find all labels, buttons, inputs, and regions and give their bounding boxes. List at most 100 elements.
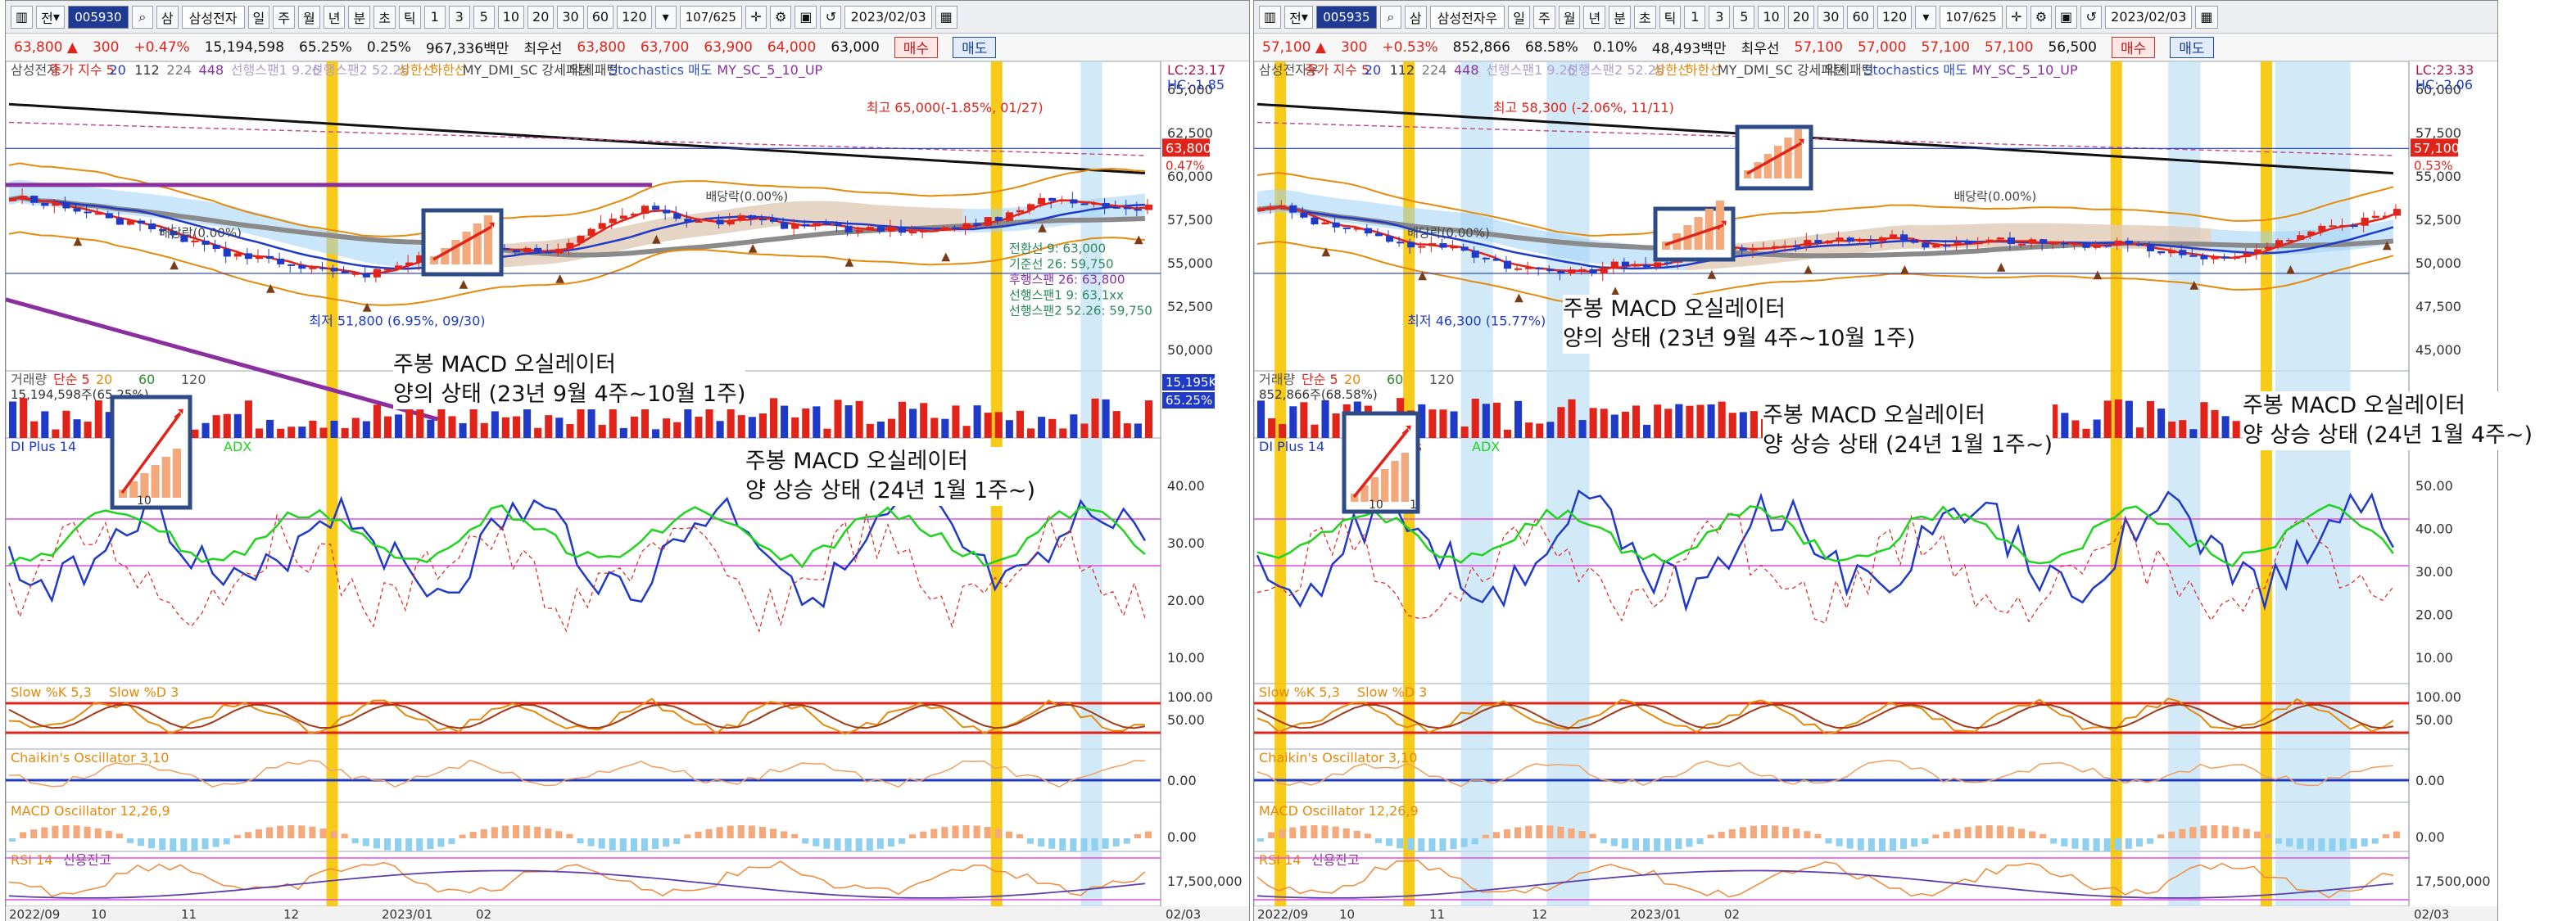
sell-button[interactable]: 매도 xyxy=(2170,36,2214,58)
candle-body xyxy=(2307,231,2316,236)
period-minute[interactable]: 분 xyxy=(1609,5,1631,29)
volume-bar xyxy=(2082,428,2090,438)
interval-20[interactable]: 20 xyxy=(527,5,555,29)
date-field[interactable]: 2023/02/03 xyxy=(2105,5,2193,29)
candle-body xyxy=(1782,246,1791,248)
group-icon[interactable]: 삼 xyxy=(1404,5,1427,29)
macd-histogram-bar xyxy=(1482,834,1489,838)
interval-120[interactable]: 120 xyxy=(1877,5,1913,29)
macd-histogram-bar xyxy=(2361,838,2368,847)
date-field[interactable]: 2023/02/03 xyxy=(844,5,932,29)
volume-bar xyxy=(1664,409,1673,438)
crosshair-icon[interactable]: ✛ xyxy=(745,5,767,29)
crosshair-icon[interactable]: ✛ xyxy=(2005,5,2027,29)
interval-3[interactable]: 3 xyxy=(448,5,470,29)
market-select[interactable]: 전 ▾ xyxy=(36,5,65,29)
macd-histogram-bar xyxy=(1134,833,1141,838)
volume-bar xyxy=(1600,409,1608,438)
period-day[interactable]: 일 xyxy=(1508,5,1530,29)
period-tick[interactable]: 틱 xyxy=(398,5,421,29)
group-icon[interactable]: 삼 xyxy=(156,5,179,29)
period-second[interactable]: 초 xyxy=(373,5,396,29)
period-month[interactable]: 월 xyxy=(297,5,320,29)
interval-30[interactable]: 30 xyxy=(1818,5,1845,29)
volume-bar xyxy=(855,400,863,438)
market-select[interactable]: 전 ▾ xyxy=(1284,5,1313,29)
calendar-icon[interactable]: ▦ xyxy=(2195,5,2218,29)
interval-60[interactable]: 60 xyxy=(1847,5,1874,29)
interval-5[interactable]: 5 xyxy=(473,5,495,29)
bar-count[interactable]: 107/625 xyxy=(1940,5,2003,29)
candle-body xyxy=(2361,217,2369,226)
chart-canvas[interactable]: ▲▲▲▲▲ ▲▲▲▲ ▲▲▲삼성전자종가 지수 520 112 224 448 선행스팬1 … xyxy=(6,61,1249,921)
reset-icon[interactable]: ↺ xyxy=(2080,5,2103,29)
period-week[interactable]: 주 xyxy=(273,5,295,29)
volume-bar xyxy=(1675,404,1683,438)
volume-bar xyxy=(1257,400,1265,438)
reset-icon[interactable]: ↺ xyxy=(820,5,842,29)
volume-bar xyxy=(1279,423,1287,438)
interval-10[interactable]: 10 xyxy=(1758,5,1785,29)
period-minute[interactable]: 분 xyxy=(348,5,371,29)
sell-button[interactable]: 매도 xyxy=(953,36,997,58)
candle-body xyxy=(1268,206,1276,210)
candle-body xyxy=(2061,242,2069,245)
interval-1[interactable]: 1 xyxy=(1684,5,1706,29)
volume-bar xyxy=(1289,406,1297,438)
candle-body xyxy=(705,219,713,222)
calendar-icon[interactable]: ▦ xyxy=(935,5,958,29)
candle-body xyxy=(1857,239,1865,242)
dmi-axis-label: 40.00 xyxy=(2415,521,2453,537)
period-week[interactable]: 주 xyxy=(1532,5,1555,29)
interval-60[interactable]: 60 xyxy=(586,5,614,29)
stock-code-input[interactable]: 005935 xyxy=(1315,5,1377,29)
volume-bar xyxy=(491,411,499,438)
interval-120[interactable]: 120 xyxy=(617,5,652,29)
dropdown-icon[interactable]: ▾ xyxy=(654,5,677,29)
chart-type-icon[interactable]: ▥ xyxy=(11,5,34,29)
search-icon[interactable]: ⌕ xyxy=(131,5,153,29)
interval-10[interactable]: 10 xyxy=(497,5,525,29)
interval-20[interactable]: 20 xyxy=(1787,5,1815,29)
volume-bar xyxy=(555,418,564,438)
period-month[interactable]: 월 xyxy=(1558,5,1581,29)
macd-histogram-bar xyxy=(1760,825,1768,838)
tools-icon[interactable]: ⚙ xyxy=(2030,5,2053,29)
buy-button[interactable]: 매수 xyxy=(2111,36,2156,58)
volume-bar xyxy=(2061,413,2069,438)
period-tick[interactable]: 틱 xyxy=(1659,5,1682,29)
volume-bar xyxy=(844,405,853,438)
save-icon[interactable]: ▣ xyxy=(795,5,817,29)
bar-count[interactable]: 107/625 xyxy=(679,5,742,29)
macd-histogram-bar xyxy=(1964,827,1972,838)
volume-bar xyxy=(1525,422,1533,438)
candle-body xyxy=(2253,249,2261,254)
dropdown-icon[interactable]: ▾ xyxy=(1915,5,1937,29)
tools-icon[interactable]: ⚙ xyxy=(769,5,792,29)
volume-bar xyxy=(30,421,38,438)
period-year[interactable]: 년 xyxy=(323,5,346,29)
interval-30[interactable]: 30 xyxy=(557,5,584,29)
chart-type-icon[interactable]: ▥ xyxy=(1259,5,1282,29)
interval-1[interactable]: 1 xyxy=(423,5,446,29)
period-day[interactable]: 일 xyxy=(247,5,270,29)
candle-body xyxy=(1279,205,1287,207)
volume-bar xyxy=(73,419,81,438)
period-year[interactable]: 년 xyxy=(1583,5,1606,29)
interval-5[interactable]: 5 xyxy=(1733,5,1755,29)
period-second[interactable]: 초 xyxy=(1633,5,1656,29)
interval-3[interactable]: 3 xyxy=(1709,5,1731,29)
pane-frame xyxy=(1254,683,2410,750)
save-icon[interactable]: ▣ xyxy=(2055,5,2078,29)
price-change-pct: +0.53% xyxy=(1382,38,1438,56)
macd-histogram-bar xyxy=(1038,838,1045,847)
buy-button[interactable]: 매수 xyxy=(894,36,939,58)
macd-histogram-bar xyxy=(427,838,434,850)
macd-histogram-bar xyxy=(1900,838,1908,850)
range-label: HC:-1.85 xyxy=(1167,77,1225,93)
stock-code-input[interactable]: 005930 xyxy=(67,5,129,29)
chart-canvas[interactable]: ▲▲▲▲▲ ▲ ▲ ▲▲▲▲▲삼성전자우종가 지수 520 112 224 448 선행스팬1… xyxy=(1254,61,2497,921)
macd-histogram-bar xyxy=(1878,838,1886,851)
search-icon[interactable]: ⌕ xyxy=(1379,5,1401,29)
candle-body xyxy=(1460,246,1469,251)
